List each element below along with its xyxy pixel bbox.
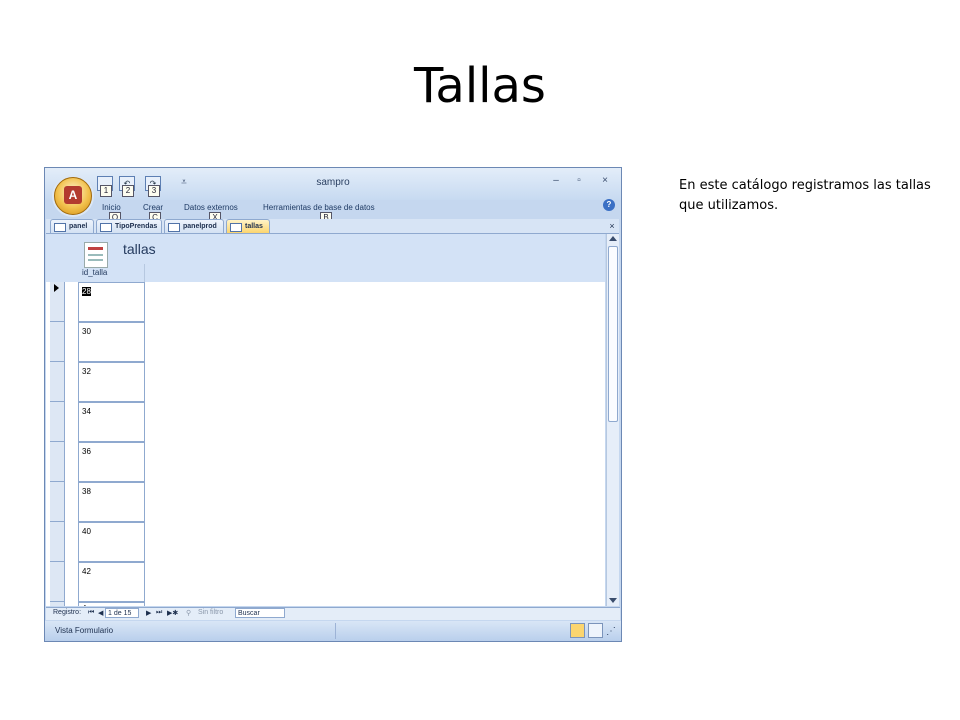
office-button[interactable]: A	[54, 177, 92, 215]
record-position-field[interactable]: 1 de 15	[105, 608, 139, 618]
record-selector-separator	[50, 321, 64, 322]
scroll-thumb[interactable]	[608, 246, 618, 422]
id-talla-value: 28	[82, 287, 91, 296]
form-tab-icon	[54, 223, 66, 232]
close-document-icon[interactable]: ×	[606, 219, 618, 233]
id-talla-field[interactable]: 38	[78, 482, 145, 522]
form-area: tallas id_talla 28 30 32 34 36 38 40 42 …	[46, 234, 605, 606]
doc-tab-label: panelprod	[183, 223, 217, 230]
slide-title: Tallas	[414, 58, 546, 114]
doc-tab-tipoprendas[interactable]: TipoPrendas	[96, 219, 162, 233]
record-selector-separator	[50, 561, 64, 562]
id-talla-value: 34	[82, 407, 91, 416]
ribbon-tab-herramientas[interactable]: Herramientas de base de datos	[263, 203, 375, 212]
design-view-button[interactable]	[588, 623, 603, 638]
doc-tab-label: panel	[69, 223, 88, 230]
id-talla-field[interactable]: 4	[78, 602, 145, 606]
new-record-icon[interactable]: ▶✱	[167, 609, 178, 617]
id-talla-value: 4	[82, 604, 86, 606]
record-selector-separator	[50, 481, 64, 482]
ribbon-tab-datos-externos[interactable]: Datos externos	[184, 203, 238, 212]
slide-caption: En este catálogo registramos las tallas …	[679, 178, 931, 213]
id-talla-value: 32	[82, 367, 91, 376]
access-logo-icon: A	[64, 186, 82, 204]
id-talla-field[interactable]: 32	[78, 362, 145, 402]
record-navigation-bar: Registro: ⏮ ◀ 1 de 15 ▶ ⏭ ▶✱ ⚲ Sin filtr…	[46, 607, 620, 620]
record-selector-strip[interactable]	[50, 282, 65, 606]
doc-tab-tallas[interactable]: tallas	[226, 219, 270, 233]
id-talla-value: 38	[82, 487, 91, 496]
id-talla-value: 30	[82, 327, 91, 336]
form-view-button[interactable]	[570, 623, 585, 638]
previous-record-icon[interactable]: ◀	[98, 609, 103, 617]
record-selector-separator	[50, 521, 64, 522]
id-talla-value: 42	[82, 567, 91, 576]
first-record-icon[interactable]: ⏮	[88, 609, 94, 617]
record-label: Registro:	[53, 609, 82, 616]
id-talla-field[interactable]: 36	[78, 442, 145, 482]
doc-tab-label: tallas	[245, 223, 263, 230]
record-selector-separator	[50, 361, 64, 362]
record-selector-separator	[50, 601, 64, 602]
doc-tab-label: TipoPrendas	[115, 223, 158, 230]
record-selector-separator	[50, 441, 64, 442]
app-title: sampro	[316, 177, 350, 188]
id-talla-value: 36	[82, 447, 91, 456]
status-bar: Vista Formulario ⋰	[45, 621, 621, 641]
ribbon-tab-inicio[interactable]: Inicio	[102, 203, 121, 212]
form-title: tallas	[123, 241, 156, 257]
maximize-button[interactable]: ▫	[570, 174, 588, 188]
current-record-arrow-icon	[54, 284, 59, 292]
id-talla-value: 40	[82, 527, 91, 536]
doc-tab-panel[interactable]: panel	[50, 219, 94, 233]
scroll-up-icon[interactable]	[609, 236, 617, 241]
filter-funnel-icon[interactable]: ⚲	[186, 609, 191, 617]
id-talla-field[interactable]: 34	[78, 402, 145, 442]
form-tab-icon	[168, 223, 180, 232]
record-selector-separator	[50, 401, 64, 402]
close-button[interactable]: ×	[596, 174, 614, 188]
minimize-button[interactable]: –	[547, 174, 565, 188]
status-separator	[335, 623, 336, 639]
resize-grip-icon[interactable]: ⋰	[604, 625, 618, 639]
next-record-icon[interactable]: ▶	[146, 609, 151, 617]
doc-tab-panelprod[interactable]: panelprod	[164, 219, 224, 233]
scroll-down-icon[interactable]	[609, 598, 617, 603]
form-tab-icon	[230, 223, 242, 232]
vertical-scrollbar[interactable]	[606, 234, 619, 606]
search-input[interactable]: Buscar	[235, 608, 285, 618]
id-talla-field[interactable]: 42	[78, 562, 145, 602]
column-header-id-talla: id_talla	[78, 264, 145, 282]
access-window: A 1 ↶ 2 ↷ 3 ⩡ sampro – ▫ × Inicio O Crea…	[44, 167, 622, 642]
filter-status[interactable]: Sin filtro	[198, 609, 223, 616]
id-talla-field[interactable]: 40	[78, 522, 145, 562]
last-record-icon[interactable]: ⏭	[156, 609, 162, 617]
form-tab-icon	[100, 223, 112, 232]
view-mode-label: Vista Formulario	[55, 626, 114, 635]
id-talla-field[interactable]: 30	[78, 322, 145, 362]
id-talla-field[interactable]: 28	[78, 282, 145, 322]
help-icon[interactable]: ?	[603, 199, 615, 211]
ribbon-tab-crear[interactable]: Crear	[143, 203, 163, 212]
